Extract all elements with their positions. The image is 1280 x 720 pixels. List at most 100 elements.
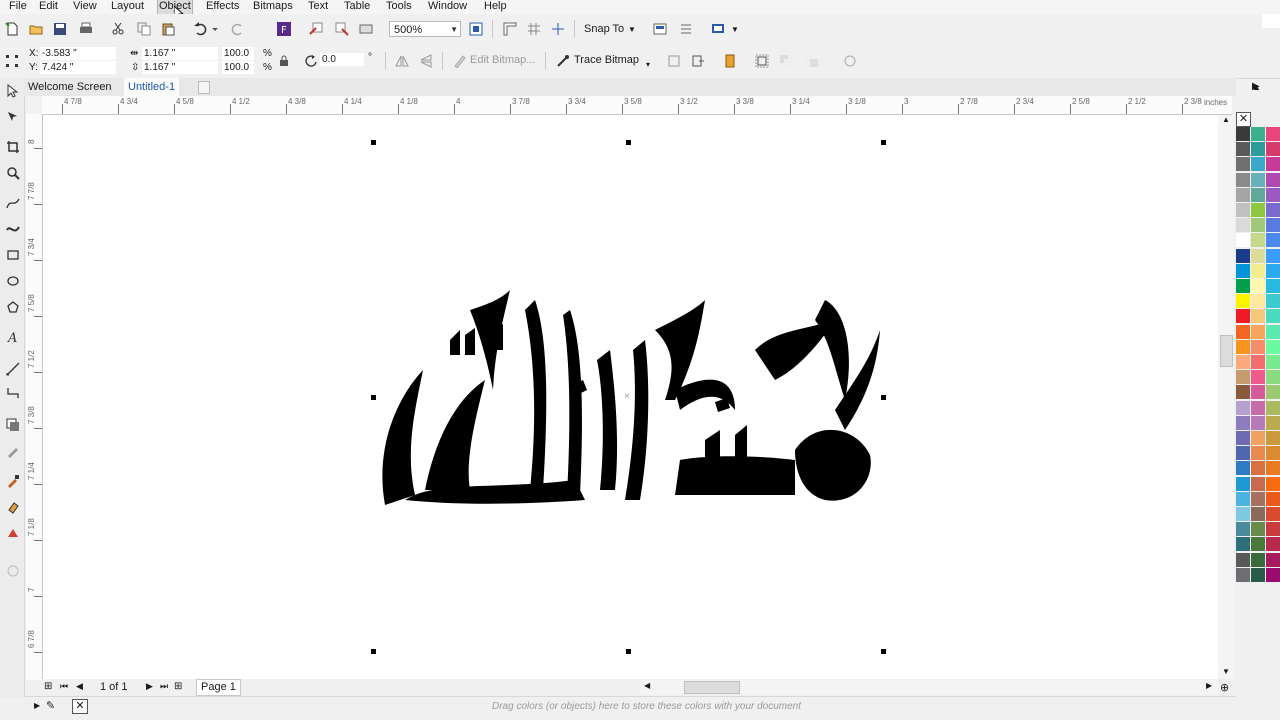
scroll-right-icon[interactable]: ▶ [1206, 681, 1212, 690]
color-swatch[interactable] [1266, 279, 1280, 293]
selection-handle[interactable] [881, 649, 886, 654]
color-swatch[interactable] [1251, 446, 1265, 461]
pick-tool-icon[interactable] [4, 82, 22, 100]
selection-handle[interactable] [371, 140, 376, 145]
color-swatch[interactable] [1236, 233, 1250, 248]
color-swatch[interactable] [1266, 522, 1280, 537]
show-grid-icon[interactable] [526, 21, 542, 37]
interactive-fill-icon[interactable] [4, 498, 22, 516]
color-swatch[interactable] [1251, 355, 1265, 369]
color-swatch[interactable] [1236, 355, 1250, 369]
rectangle-tool-icon[interactable] [4, 246, 22, 264]
copy-icon[interactable] [136, 21, 152, 37]
color-swatch[interactable] [1251, 491, 1265, 506]
edit-bitmap-button[interactable]: Edit Bitmap... [470, 54, 535, 67]
menu-tools[interactable]: Tools [385, 0, 413, 14]
color-swatch[interactable] [1251, 507, 1265, 521]
vertical-ruler[interactable]: 8 7 7/8 7 3/4 7 5/8 7 1/2 7 3/8 7 1/4 7 1/8 7 6 7… [26, 114, 43, 680]
color-swatch[interactable] [1266, 324, 1280, 339]
color-swatch[interactable] [1251, 127, 1265, 141]
menu-effects[interactable]: Effects [205, 0, 240, 14]
scroll-down-icon[interactable]: ▼ [1222, 667, 1230, 676]
no-color-swatch-icon[interactable]: ✕ [72, 699, 88, 714]
menu-text[interactable]: Text [307, 0, 329, 14]
parallel-dimension-tool-icon[interactable] [4, 360, 22, 378]
no-fill-swatch-icon[interactable]: ✕ [1236, 112, 1251, 127]
transparency-tool-icon[interactable] [4, 442, 22, 460]
color-swatch[interactable] [1236, 400, 1250, 415]
scale-width-field[interactable]: 100.0 [222, 47, 254, 60]
color-swatch[interactable] [1266, 203, 1280, 217]
palette-scroll-up-icon[interactable]: ▲ [1252, 82, 1261, 92]
snap-to-label[interactable]: Snap To [584, 23, 624, 36]
color-swatch[interactable] [1236, 294, 1250, 309]
zoom-navigator-icon[interactable]: ⊕ [1220, 681, 1229, 694]
launcher-chevron-icon[interactable]: ▼ [731, 23, 739, 36]
color-swatch[interactable] [1236, 385, 1250, 400]
color-swatch[interactable] [1236, 431, 1250, 445]
menu-edit[interactable]: Edit [38, 0, 59, 14]
rotation-field[interactable]: 0.0 [320, 53, 364, 66]
color-swatch[interactable] [1266, 400, 1280, 415]
undo-dropdown-icon[interactable] [210, 21, 220, 37]
add-page-before-icon[interactable]: ⊞ [44, 681, 52, 692]
color-swatch[interactable] [1251, 537, 1265, 552]
print-icon[interactable] [78, 21, 94, 37]
color-swatch[interactable] [1251, 370, 1265, 385]
resample-icon[interactable] [690, 53, 706, 69]
color-swatch[interactable] [1266, 187, 1280, 202]
selection-handle[interactable] [626, 649, 631, 654]
color-swatch[interactable] [1266, 552, 1280, 567]
crop-tool-icon[interactable] [4, 138, 22, 156]
color-swatch[interactable] [1251, 385, 1265, 400]
color-swatch[interactable] [1251, 203, 1265, 217]
menu-table[interactable]: Table [343, 0, 371, 14]
ruler-origin[interactable] [26, 96, 43, 115]
cut-icon[interactable] [110, 21, 126, 37]
color-eyedropper-icon[interactable] [4, 472, 22, 490]
color-swatch[interactable] [1236, 537, 1250, 552]
add-page-after-icon[interactable]: ⊞ [174, 681, 182, 692]
drawing-canvas[interactable]: × [43, 115, 1234, 679]
scroll-left-icon[interactable]: ◀ [644, 681, 650, 690]
color-swatch[interactable] [1236, 507, 1250, 521]
color-swatch[interactable] [1236, 461, 1250, 476]
color-swatch[interactable] [1266, 248, 1280, 263]
save-icon[interactable] [52, 21, 68, 37]
shape-tool-icon[interactable] [4, 108, 22, 126]
snap-to-chevron-icon[interactable]: ▼ [628, 23, 636, 36]
color-swatch[interactable] [1236, 309, 1250, 324]
color-swatch[interactable] [1236, 567, 1250, 582]
show-guidelines-icon[interactable] [550, 21, 566, 37]
last-page-icon[interactable]: ⏭ [160, 681, 168, 692]
color-swatch[interactable] [1266, 309, 1280, 324]
color-swatch[interactable] [1236, 127, 1250, 141]
palette-flyout-icon[interactable]: ▶ [34, 701, 40, 710]
color-swatch[interactable] [1266, 385, 1280, 400]
color-swatch[interactable] [1266, 233, 1280, 248]
next-page-icon[interactable]: ▶ [146, 681, 153, 692]
color-swatch[interactable] [1251, 461, 1265, 476]
text-tool-icon[interactable]: A [4, 328, 22, 346]
selection-handle[interactable] [371, 649, 376, 654]
redo-icon[interactable] [230, 21, 246, 37]
menu-layout[interactable]: Layout [110, 0, 145, 14]
scroll-up-icon[interactable]: ▲ [1222, 115, 1230, 124]
color-swatch[interactable] [1236, 263, 1250, 278]
paste-icon[interactable] [160, 21, 176, 37]
color-swatch[interactable] [1251, 248, 1265, 263]
color-swatch[interactable] [1251, 339, 1265, 354]
zoom-tool-icon[interactable] [4, 164, 22, 182]
color-swatch[interactable] [1266, 476, 1280, 491]
color-swatch[interactable] [1266, 142, 1280, 157]
color-swatch[interactable] [1266, 172, 1280, 187]
lock-ratio-icon[interactable] [278, 53, 290, 69]
freehand-tool-icon[interactable] [4, 194, 22, 212]
drop-shadow-tool-icon[interactable] [4, 416, 22, 434]
y-position-field[interactable]: 7.424 " [40, 61, 116, 74]
menu-view[interactable]: View [72, 0, 98, 14]
connector-tool-icon[interactable] [4, 384, 22, 402]
color-swatch[interactable] [1251, 415, 1265, 430]
color-swatch[interactable] [1266, 218, 1280, 233]
ellipse-tool-icon[interactable] [4, 272, 22, 290]
